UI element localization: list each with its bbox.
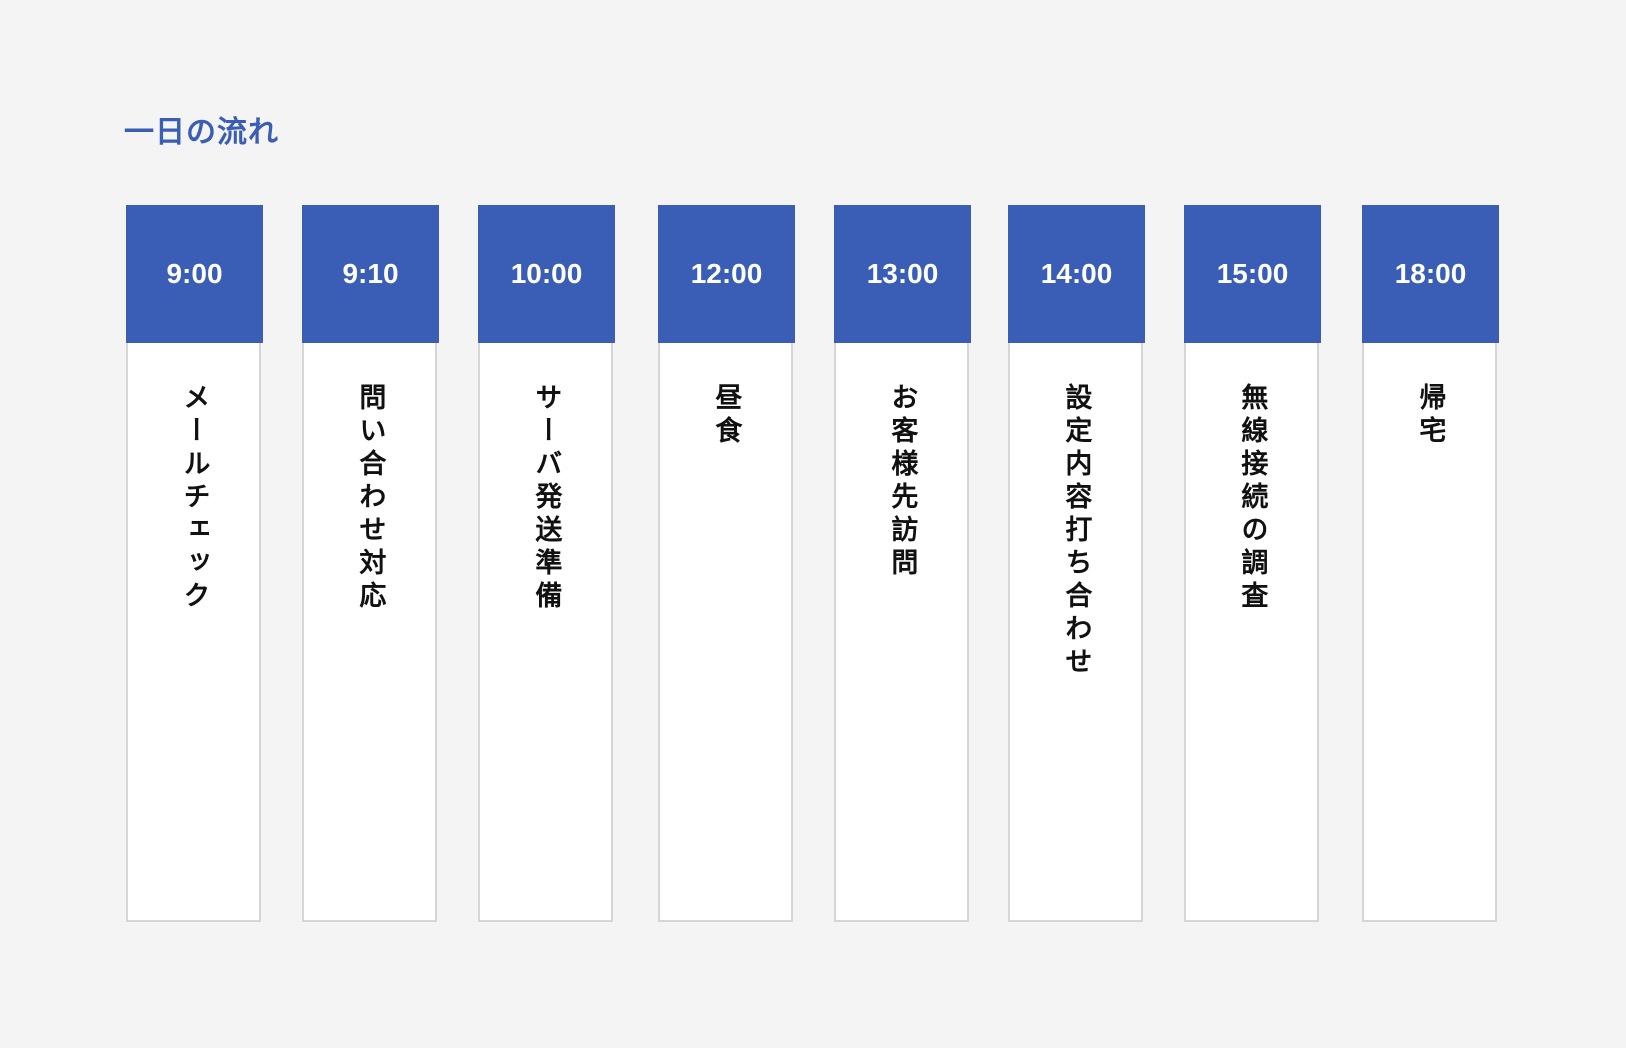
schedule-card-2: 10:00 サーバ発送準備 [478,205,615,922]
schedule-activity: 昼食 [710,383,742,449]
schedule-activity: サーバ発送準備 [530,383,562,614]
schedule-timeline: 9:00 メールチェック 9:10 問い合わせ対応 10:00 サーバ発送準備 … [0,0,1626,1048]
schedule-activity: 設定内容打ち合わせ [1060,383,1092,680]
schedule-time: 10:00 [478,205,615,343]
schedule-card-7: 18:00 帰宅 [1362,205,1499,922]
schedule-time: 13:00 [834,205,971,343]
schedule-card-1: 9:10 問い合わせ対応 [302,205,439,922]
schedule-card-5: 14:00 設定内容打ち合わせ [1008,205,1145,922]
schedule-activity: 問い合わせ対応 [354,383,386,614]
schedule-time: 18:00 [1362,205,1499,343]
schedule-time: 15:00 [1184,205,1321,343]
schedule-card-3: 12:00 昼食 [658,205,795,922]
schedule-activity: お客様先訪問 [886,383,918,581]
schedule-time: 9:00 [126,205,263,343]
schedule-time: 14:00 [1008,205,1145,343]
schedule-card-6: 15:00 無線接続の調査 [1184,205,1321,922]
schedule-activity: 帰宅 [1414,383,1446,449]
schedule-time: 9:10 [302,205,439,343]
schedule-activity: メールチェック [178,383,210,614]
schedule-card-0: 9:00 メールチェック [126,205,263,922]
schedule-card-4: 13:00 お客様先訪問 [834,205,971,922]
schedule-activity: 無線接続の調査 [1236,383,1268,614]
schedule-time: 12:00 [658,205,795,343]
